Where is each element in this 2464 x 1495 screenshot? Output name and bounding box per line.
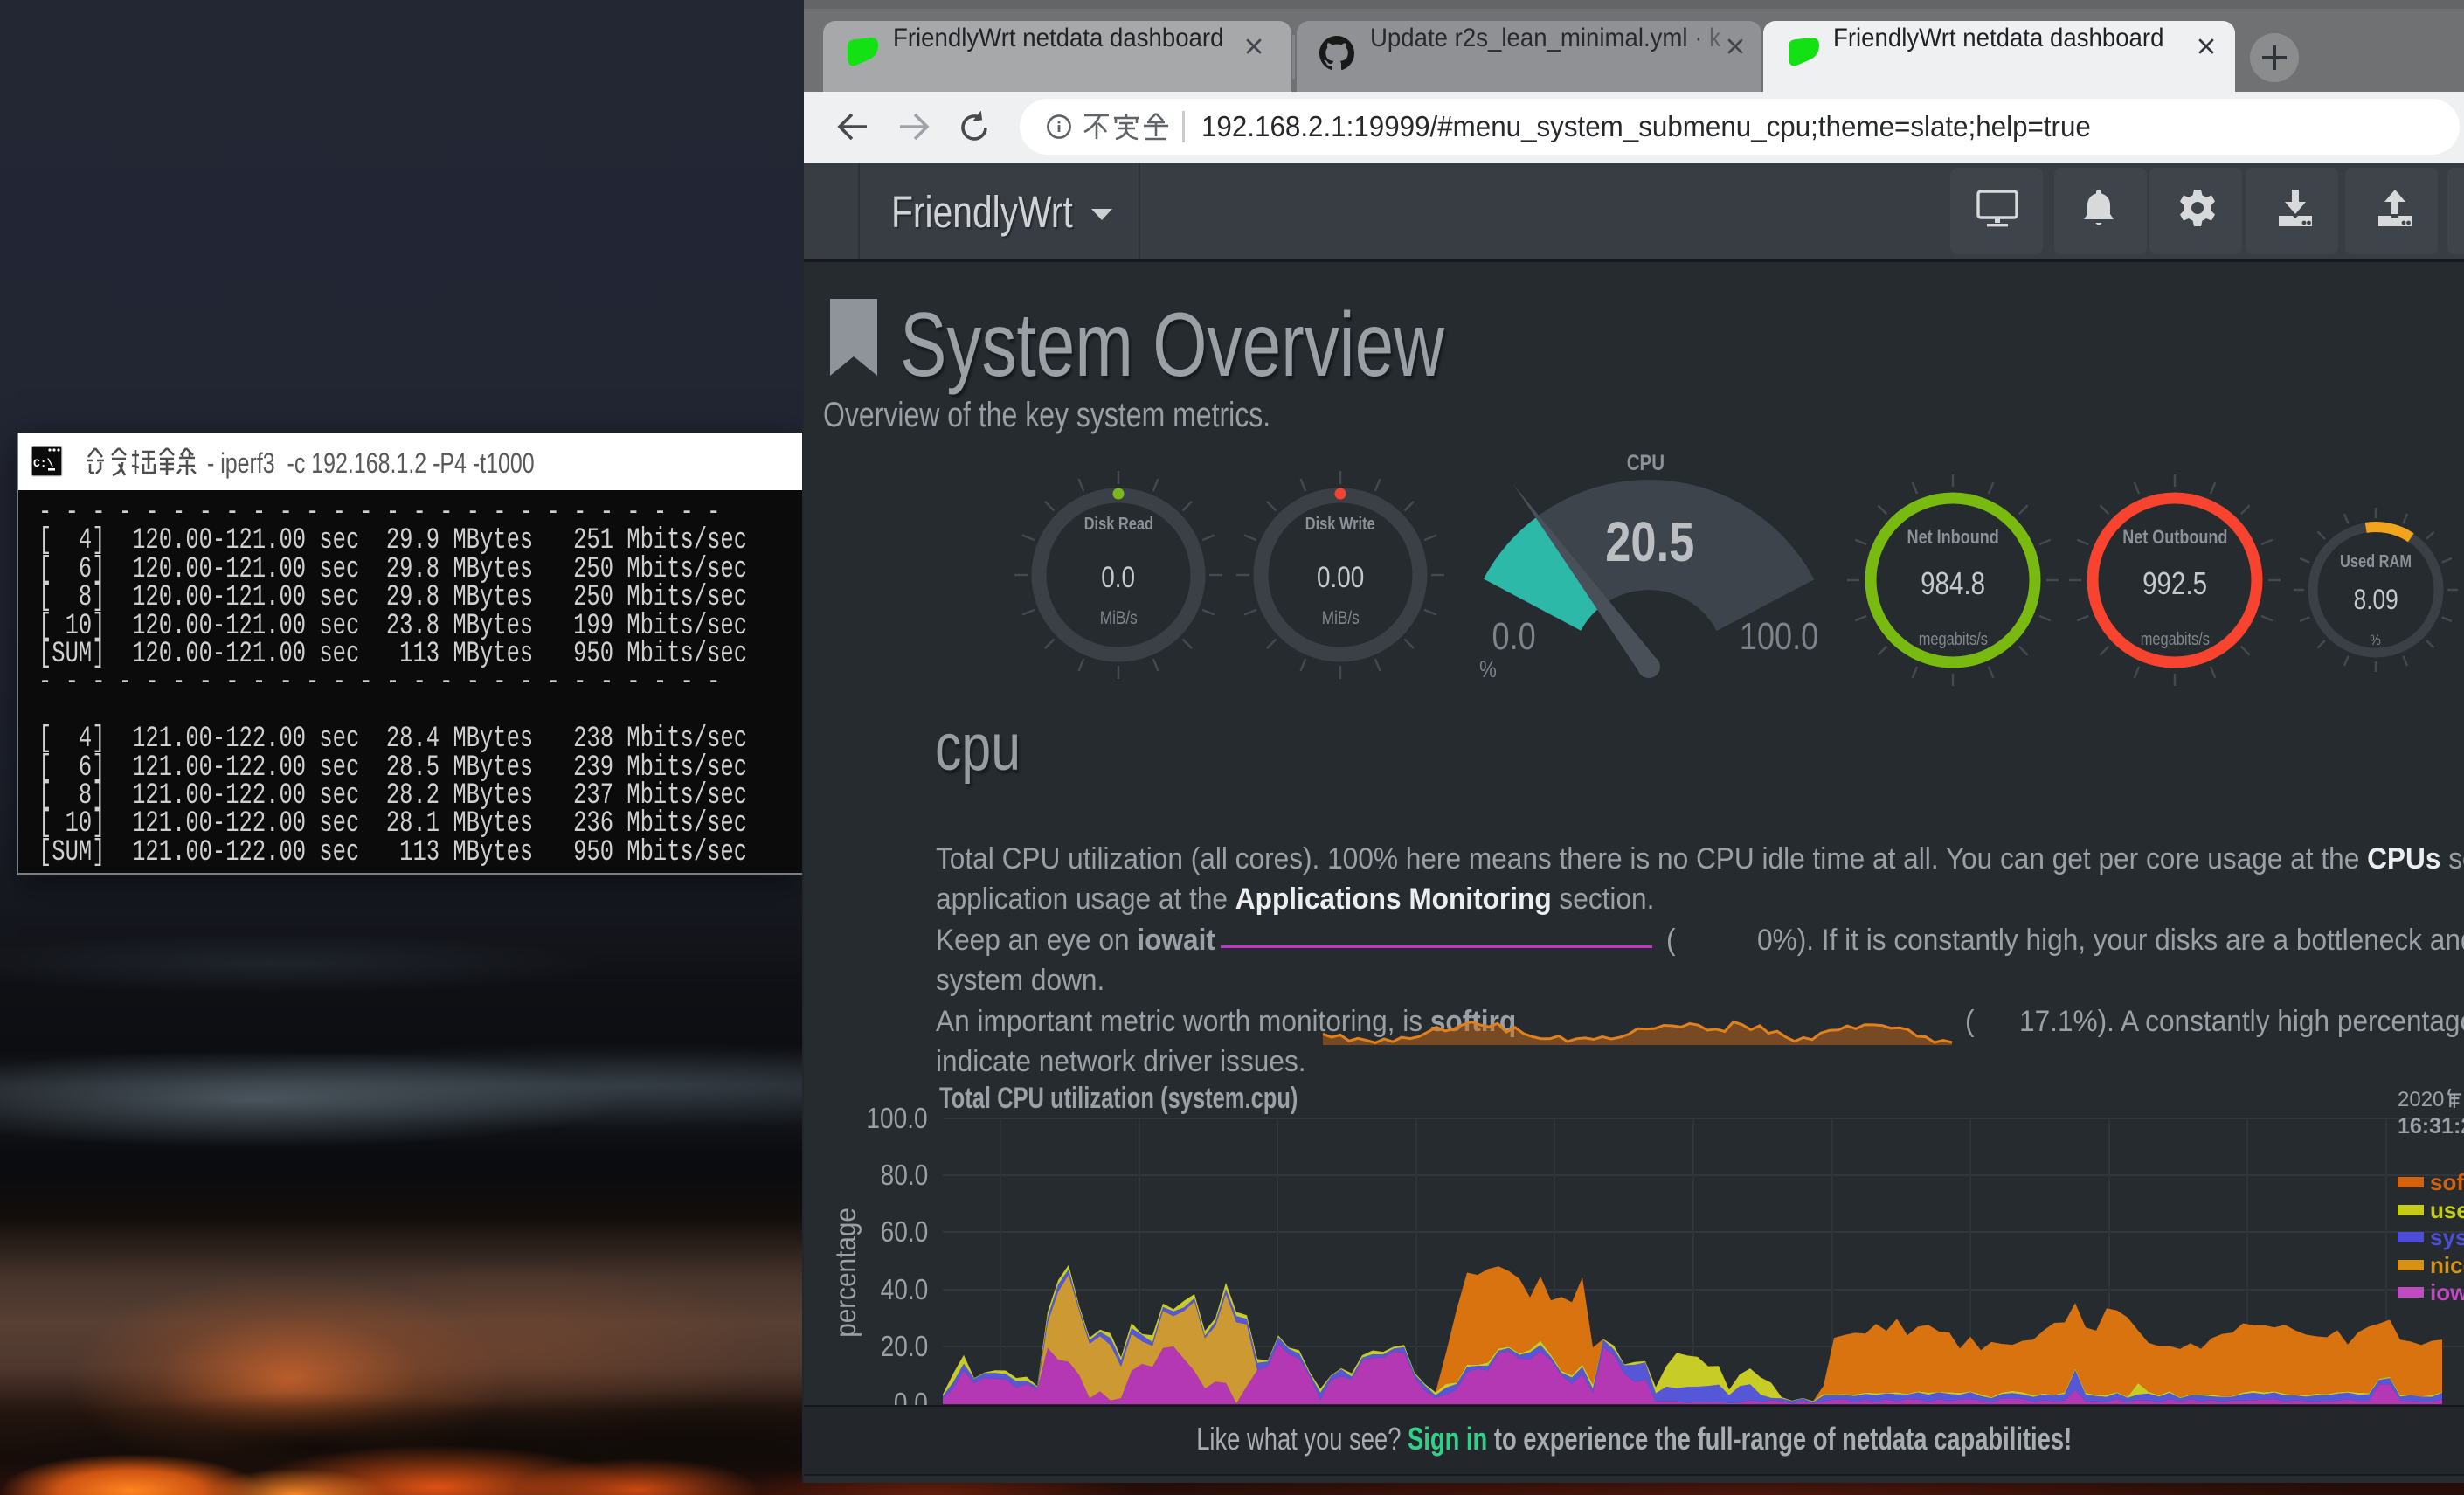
svg-text:C:\: C:\ — [33, 457, 54, 470]
